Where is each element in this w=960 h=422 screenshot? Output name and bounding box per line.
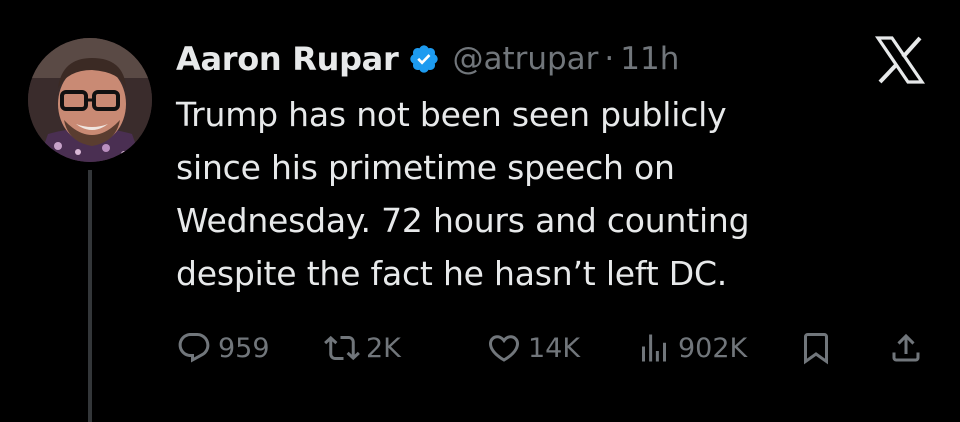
views-count: 902K [678, 332, 748, 364]
thread-line [88, 170, 92, 422]
avatar-image [28, 38, 152, 162]
reply-icon [176, 330, 212, 366]
retweet-icon [324, 330, 360, 366]
tweet-header: Aaron Rupar @atrupar · 11h [176, 34, 679, 84]
verified-badge-icon [408, 43, 440, 75]
bookmark-button[interactable] [798, 326, 834, 370]
like-count: 14K [528, 332, 581, 364]
tweet-card[interactable]: Aaron Rupar @atrupar · 11h Trump has not… [0, 0, 960, 422]
retweet-count: 2K [366, 332, 401, 364]
reply-button[interactable]: 959 [176, 326, 270, 370]
share-button[interactable] [888, 326, 924, 370]
action-bar: 959 2K 14K 902K [176, 326, 936, 370]
tweet-text-line: Trump has not been seen publicly [176, 95, 727, 134]
like-button[interactable]: 14K [486, 326, 580, 370]
heart-icon [486, 330, 522, 366]
author-name[interactable]: Aaron Rupar [176, 40, 399, 78]
tweet-text-line: despite the fact he hasn’t left DC. [176, 254, 728, 293]
bookmark-icon [798, 330, 834, 366]
views-icon [636, 330, 672, 366]
avatar[interactable] [28, 38, 152, 162]
retweet-button[interactable]: 2K [324, 326, 401, 370]
tweet-text: Trump has not been seen publicly since h… [176, 88, 916, 300]
share-icon [888, 330, 924, 366]
views-button[interactable]: 902K [636, 326, 747, 370]
tweet-text-line: Wednesday. 72 hours and counting [176, 201, 750, 240]
x-logo-icon [874, 36, 926, 84]
timestamp[interactable]: 11h [620, 41, 679, 77]
author-handle[interactable]: @atrupar [452, 41, 598, 77]
separator-dot: · [604, 41, 615, 77]
tweet-text-line: since his primetime speech on [176, 148, 675, 187]
reply-count: 959 [218, 332, 270, 364]
